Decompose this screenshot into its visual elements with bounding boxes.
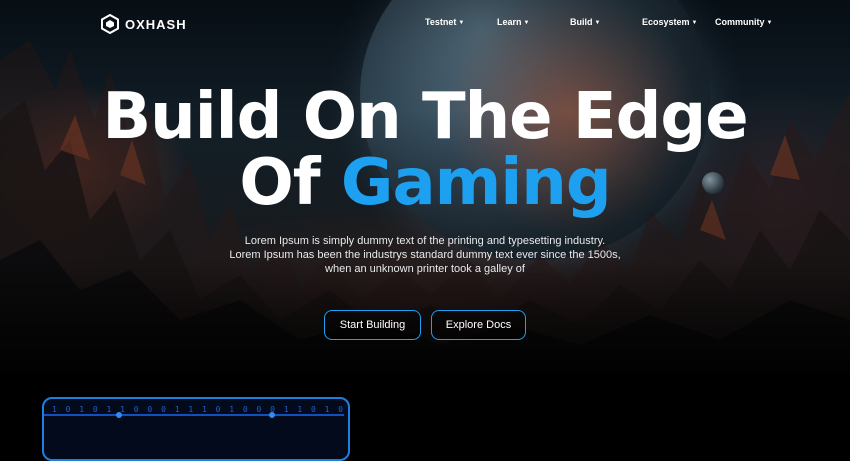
headline-line-2-plain: Of: [239, 146, 341, 220]
nav-item-testnet[interactable]: Testnet ▼: [425, 17, 464, 27]
chevron-down-icon: ▼: [766, 19, 773, 26]
headline-line-1: Build On The Edge: [102, 80, 748, 154]
nav-item-build[interactable]: Build ▼: [570, 17, 600, 27]
chevron-down-icon: ▼: [458, 19, 465, 26]
nav-label: Community: [715, 17, 765, 27]
nav-label: Testnet: [425, 17, 457, 27]
circuit-node: [269, 412, 275, 418]
chevron-down-icon: ▼: [594, 19, 601, 26]
nav-label: Learn: [497, 17, 522, 27]
hero-description: Lorem Ipsum is simply dummy text of the …: [229, 235, 621, 275]
nav-label: Build: [570, 17, 593, 27]
chevron-down-icon: ▼: [523, 19, 530, 26]
nav-item-community[interactable]: Community ▼: [715, 17, 772, 27]
explore-docs-button[interactable]: Explore Docs: [431, 310, 526, 340]
headline-accent: Gaming: [340, 146, 612, 220]
top-navigation: Testnet ▼ Learn ▼ Build ▼ Ecosystem ▼ Commun…: [0, 17, 850, 33]
nav-item-ecosystem[interactable]: Ecosystem ▼: [642, 17, 697, 27]
hero-headline: Build On The Edge Of Gaming: [0, 84, 850, 216]
nav-item-learn[interactable]: Learn ▼: [497, 17, 529, 27]
binary-pattern: 1 0 1 0 1 1 0 0 0 1 1 1 0 1 0 0 0 1 1 0 …: [52, 405, 348, 414]
circuit-line: [44, 414, 344, 416]
feature-card-image: 1 0 1 0 1 1 0 0 0 1 1 1 0 1 0 0 0 1 1 0 …: [42, 397, 350, 461]
start-building-button[interactable]: Start Building: [324, 310, 421, 340]
circuit-node: [116, 412, 122, 418]
nav-label: Ecosystem: [642, 17, 690, 27]
chevron-down-icon: ▼: [691, 19, 698, 26]
